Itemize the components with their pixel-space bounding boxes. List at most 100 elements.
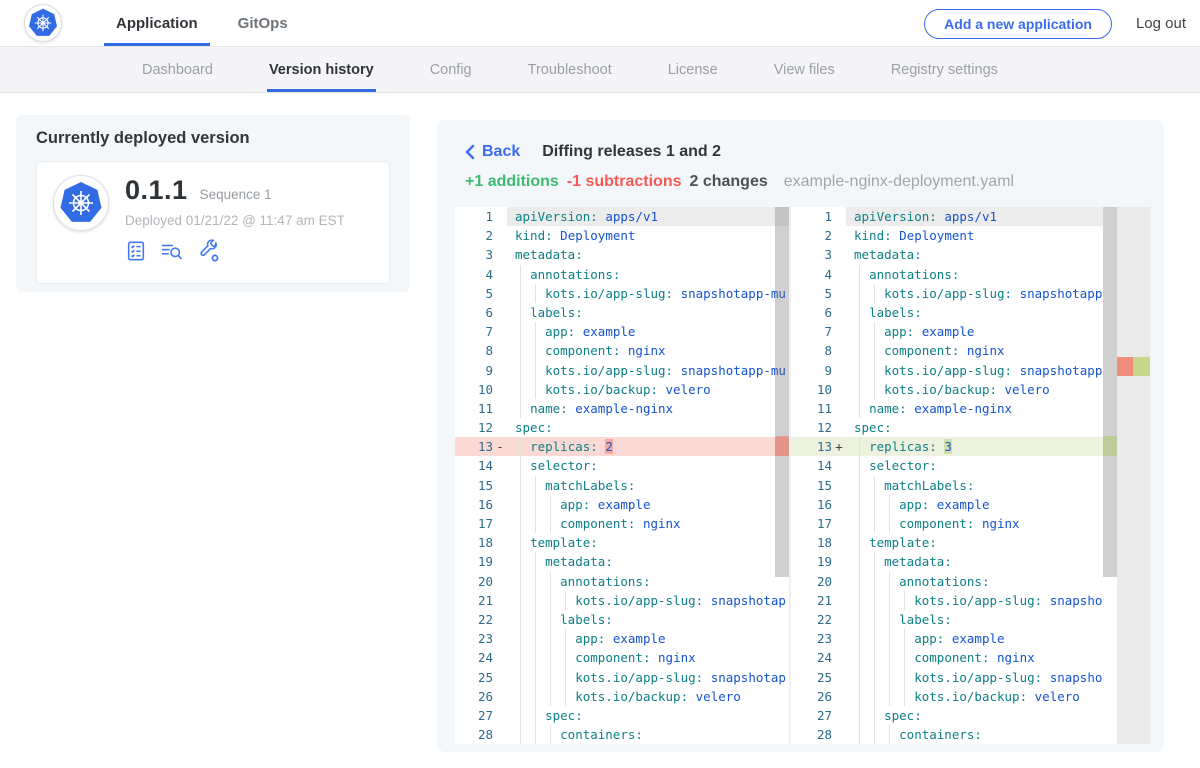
code-line: 25 kots.io/app-slug: snapshotap	[791, 668, 1103, 687]
add-application-button[interactable]: Add a new application	[924, 9, 1112, 39]
line-number: 5	[791, 284, 846, 303]
kubernetes-app-icon	[59, 181, 103, 225]
top-tabs: Application GitOps	[96, 0, 308, 46]
logout-link[interactable]: Log out	[1136, 15, 1186, 32]
scrollbar-thumb-right[interactable]	[1103, 207, 1117, 577]
line-number: 6	[791, 303, 846, 322]
code-line: 7 app: example	[791, 322, 1103, 341]
line-number: 25	[455, 668, 507, 687]
code-line: 27 spec:	[455, 706, 789, 725]
line-number: 21	[455, 591, 507, 610]
code-line: 4 annotations:	[455, 265, 789, 284]
diff-pane-modified: 1apiVersion: apps/v12kind: Deployment3me…	[789, 207, 1150, 744]
diff-card: Back Diffing releases 1 and 2 +1 additio…	[437, 120, 1164, 752]
code-line: 22 labels:	[455, 610, 789, 629]
ruler-deletion-mark	[1117, 357, 1133, 376]
code-line: 17 component: nginx	[791, 514, 1103, 533]
code-line: 6 labels:	[791, 303, 1103, 322]
line-number: 24	[791, 648, 846, 667]
diff-title: Diffing releases 1 and 2	[542, 143, 721, 161]
code-line: 13- replicas: 2	[455, 437, 789, 456]
subnav-config[interactable]: Config	[430, 47, 472, 92]
app-logo	[53, 175, 109, 231]
code-line: 3metadata:	[791, 245, 1103, 264]
app-subnav: Dashboard Version history Config Trouble…	[0, 47, 1200, 93]
kubernetes-logo-icon	[28, 8, 58, 38]
code-line: 13+ replicas: 3	[791, 437, 1103, 456]
code-line: 7 app: example	[455, 322, 789, 341]
line-number: 17	[455, 514, 507, 533]
line-number: 7	[791, 322, 846, 341]
code-line: 8 component: nginx	[455, 341, 789, 360]
code-line: 25 kots.io/app-slug: snapshotap	[455, 668, 789, 687]
line-number: 4	[791, 265, 846, 284]
code-line: 21 kots.io/app-slug: snapshotap	[791, 591, 1103, 610]
ruler-addition-mark	[1133, 357, 1150, 376]
code-line: 5 kots.io/app-slug: snapshotapp-mu	[791, 284, 1103, 303]
scrollbar-thumb-left[interactable]	[775, 207, 789, 577]
code-line: 23 app: example	[791, 629, 1103, 648]
code-line: 20 annotations:	[791, 572, 1103, 591]
code-line: 15 matchLabels:	[791, 476, 1103, 495]
code-line: 22 labels:	[791, 610, 1103, 629]
code-line: 4 annotations:	[791, 265, 1103, 284]
code-line: 2kind: Deployment	[455, 226, 789, 245]
subtractions-count: -1 subtractions	[567, 173, 682, 191]
code-line: 20 annotations:	[455, 572, 789, 591]
line-number: 8	[455, 341, 507, 360]
scroll-diff-mark-del	[775, 436, 789, 456]
config-wrench-icon[interactable]	[197, 239, 221, 263]
line-number: 12	[455, 418, 507, 437]
line-number: 14	[455, 456, 507, 475]
code-line: 28 containers:	[455, 725, 789, 744]
code-line: 19 metadata:	[455, 552, 789, 571]
code-line: 14 selector:	[791, 456, 1103, 475]
diff-overview-ruler	[1117, 207, 1150, 744]
code-line: 9 kots.io/app-slug: snapshotapp-mu	[455, 361, 789, 380]
view-logs-icon[interactable]	[159, 240, 185, 262]
version-number: 0.1.1	[125, 175, 188, 206]
line-number: 28	[455, 725, 507, 744]
code-line: 26 kots.io/backup: velero	[791, 687, 1103, 706]
back-button[interactable]: Back	[465, 143, 520, 161]
code-line: 1apiVersion: apps/v1	[455, 207, 789, 226]
code-line: 5 kots.io/app-slug: snapshotapp-mu	[455, 284, 789, 303]
line-number: 19	[791, 552, 846, 571]
subnav-dashboard[interactable]: Dashboard	[142, 47, 213, 92]
subnav-version-history[interactable]: Version history	[269, 47, 374, 92]
code-line: 18 template:	[455, 533, 789, 552]
subnav-license[interactable]: License	[668, 47, 718, 92]
code-line: 1apiVersion: apps/v1	[791, 207, 1103, 226]
subnav-troubleshoot[interactable]: Troubleshoot	[528, 47, 612, 92]
code-line: 21 kots.io/app-slug: snapshotap	[455, 591, 789, 610]
line-number: 23	[455, 629, 507, 648]
code-line: 18 template:	[791, 533, 1103, 552]
subnav-view-files[interactable]: View files	[774, 47, 835, 92]
line-number: 11	[455, 399, 507, 418]
code-line: 3metadata:	[455, 245, 789, 264]
line-number: 3	[455, 245, 507, 264]
subnav-registry-settings[interactable]: Registry settings	[891, 47, 998, 92]
line-number: 24	[455, 648, 507, 667]
line-number: 1	[455, 207, 507, 226]
code-line: 6 labels:	[455, 303, 789, 322]
code-line: 10 kots.io/backup: velero	[791, 380, 1103, 399]
tab-gitops[interactable]: GitOps	[218, 0, 308, 46]
deployed-card-title: Currently deployed version	[36, 129, 390, 148]
code-line: 10 kots.io/backup: velero	[455, 380, 789, 399]
additions-count: +1 additions	[465, 173, 559, 191]
code-line: 15 matchLabels:	[455, 476, 789, 495]
line-number: 26	[455, 687, 507, 706]
line-number: 9	[455, 361, 507, 380]
diff-pane-original: 1apiVersion: apps/v12kind: Deployment3me…	[455, 207, 789, 744]
line-number: 17	[791, 514, 846, 533]
code-line: 11 name: example-nginx	[791, 399, 1103, 418]
changes-count: 2 changes	[689, 173, 767, 191]
release-notes-icon[interactable]	[125, 240, 147, 262]
line-number: 18	[791, 533, 846, 552]
code-line: 19 metadata:	[791, 552, 1103, 571]
line-number: 11	[791, 399, 846, 418]
tab-application[interactable]: Application	[96, 0, 218, 46]
sequence-label: Sequence 1	[200, 187, 272, 202]
line-number: 21	[791, 591, 846, 610]
